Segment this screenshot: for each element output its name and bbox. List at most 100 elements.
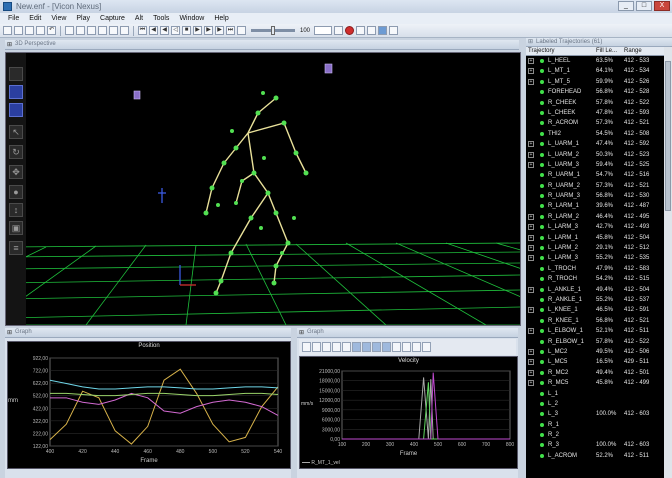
trajectory-row[interactable]: R_3 100.0% 412 - 603 [526, 440, 664, 450]
graph-new-icon[interactable] [302, 342, 311, 352]
menu-alt[interactable]: Alt [135, 14, 143, 23]
menu-edit[interactable]: Edit [29, 14, 41, 23]
trajectory-row[interactable]: R_LARM_1 39.6% 412 - 487 [526, 201, 664, 211]
trajectory-row[interactable]: FOREHEAD 56.8% 412 - 528 [526, 87, 664, 97]
select-mode-icon[interactable] [9, 67, 23, 81]
graph-save-icon[interactable] [312, 342, 321, 352]
trajectory-row[interactable]: R_1 [526, 420, 664, 430]
grid-icon[interactable] [98, 26, 107, 35]
lightbulb-icon[interactable] [120, 26, 129, 35]
graph-axis-icon[interactable] [332, 342, 341, 352]
playback-speed-slider[interactable] [251, 26, 295, 35]
trajectory-row[interactable]: + L_UARM_1 47.4% 412 - 592 [526, 139, 664, 149]
play-icon[interactable]: ▶ [193, 26, 202, 35]
trajectory-row[interactable]: L_CHEEK 47.8% 412 - 593 [526, 108, 664, 118]
trajectory-row[interactable]: + L_MC5 16.5% 429 - 511 [526, 357, 664, 367]
expand-icon[interactable]: + [528, 307, 534, 314]
rotate-icon[interactable]: ↻ [9, 145, 23, 159]
minimize-button[interactable]: _ [618, 1, 634, 11]
record-icon[interactable] [345, 26, 355, 35]
column-fill-level[interactable]: Fill Le... [596, 47, 617, 56]
trajectory-row[interactable]: L_3 100.0% 412 - 603 [526, 409, 664, 419]
trajectory-row[interactable]: R_ACROM 57.3% 412 - 521 [526, 118, 664, 128]
trajectory-row[interactable]: + L_LARM_3 42.7% 412 - 493 [526, 222, 664, 232]
trajectory-row[interactable]: + L_MT_1 64.1% 412 - 534 [526, 66, 664, 76]
graph-zoom-icon[interactable] [402, 342, 411, 352]
column-range[interactable]: Range [624, 47, 642, 56]
trajectories-scrollbar[interactable] [664, 47, 672, 478]
pin-icon[interactable]: ⊞ [299, 329, 304, 338]
trajectory-row[interactable]: THI2 54.5% 412 - 508 [526, 129, 664, 139]
slider-thumb[interactable] [271, 26, 275, 35]
expand-icon[interactable]: + [528, 234, 534, 241]
graph-binoculars-icon[interactable] [392, 342, 401, 352]
trajectory-row[interactable]: R_UARM_2 57.3% 412 - 521 [526, 181, 664, 191]
close-button[interactable]: X [654, 1, 670, 11]
pin-icon[interactable]: ⊞ [7, 41, 12, 50]
loop-icon[interactable] [237, 26, 246, 35]
expand-icon[interactable]: + [528, 328, 534, 335]
menu-view[interactable]: View [51, 14, 66, 23]
trajectory-row[interactable]: R_ELBOW_1 57.8% 412 - 522 [526, 337, 664, 347]
calibrate-icon[interactable] [367, 26, 377, 35]
trajectory-row[interactable]: L_2 [526, 399, 664, 409]
position-plot[interactable]: 922,00 722,00 622,00 522,00 422,00 322,00 222,… [8, 342, 290, 468]
trajectory-row[interactable]: + R_MC5 45.8% 412 - 499 [526, 378, 664, 388]
step-back-fast-icon[interactable]: ◀ [149, 26, 158, 35]
expand-icon[interactable]: + [528, 224, 534, 231]
fps-input[interactable] [314, 26, 333, 35]
trajectory-row[interactable]: L_TROCH 47.9% 412 - 583 [526, 264, 664, 274]
trajectory-row[interactable]: + R_LARM_2 46.4% 412 - 495 [526, 212, 664, 222]
options-icon[interactable]: ≡ [9, 241, 23, 255]
go-to-start-icon[interactable]: ⏮ [138, 26, 147, 35]
position-graph[interactable]: Position mm Frame 922,00 722,00 622,00 522,… [7, 341, 291, 469]
trajectory-row[interactable]: + L_UARM_3 59.4% 412 - 525 [526, 160, 664, 170]
graph-copy-icon[interactable] [322, 342, 331, 352]
monitor-icon[interactable] [389, 26, 399, 35]
save-icon[interactable] [25, 26, 34, 35]
lock-icon[interactable]: ▣ [9, 221, 23, 235]
expand-icon[interactable]: + [528, 369, 534, 376]
column-trajectory[interactable]: Trajectory [528, 47, 554, 56]
trajectory-row[interactable]: + L_KNEE_1 46.5% 412 - 591 [526, 305, 664, 315]
open-folder-icon[interactable] [14, 26, 23, 35]
velocity-plot[interactable]: 21000,00 18000,00 15000,00 12000,00 9000,00 6… [300, 357, 517, 468]
pan-icon[interactable]: ✥ [9, 165, 23, 179]
3d-viewport[interactable]: ↖ ↻ ✥ ● ↕ ▣ ≡ [5, 52, 521, 326]
new-file-icon[interactable] [3, 26, 12, 35]
label-mode-icon[interactable] [9, 103, 23, 117]
expand-icon[interactable]: + [528, 359, 534, 366]
trajectory-row[interactable]: + L_LARM_3 55.2% 412 - 535 [526, 253, 664, 263]
trajectory-row[interactable]: R_2 [526, 430, 664, 440]
trajectory-row[interactable]: + L_LARM_1 45.8% 412 - 504 [526, 233, 664, 243]
trajectory-row[interactable]: R_ANKLE_1 55.2% 412 - 537 [526, 295, 664, 305]
menu-play[interactable]: Play [76, 14, 90, 23]
go-to-end-icon[interactable]: ⏭ [226, 26, 235, 35]
trajectory-row[interactable]: R_TROCH 54.2% 412 - 515 [526, 274, 664, 284]
expand-icon[interactable]: + [528, 58, 534, 64]
graph-options-icon[interactable] [422, 342, 431, 352]
trajectory-row[interactable]: L_ACROM 52.2% 412 - 511 [526, 451, 664, 461]
trajectory-row[interactable]: + L_ANKLE_1 49.4% 412 - 504 [526, 285, 664, 295]
print-icon[interactable] [36, 26, 45, 35]
3d-scene[interactable] [6, 53, 520, 325]
pin-icon[interactable]: ⊞ [7, 329, 12, 338]
pointer-icon[interactable]: ↖ [9, 125, 23, 139]
graph-view-3-icon[interactable] [372, 342, 381, 352]
copy-icon[interactable] [76, 26, 85, 35]
trajectory-row[interactable]: + L_HEEL 63.5% 412 - 533 [526, 56, 664, 66]
graph-view-1-icon[interactable] [352, 342, 361, 352]
step-back-icon[interactable]: ◀ [160, 26, 169, 35]
maximize-button[interactable]: □ [636, 1, 652, 11]
capture-settings-icon[interactable] [356, 26, 366, 35]
expand-icon[interactable]: + [528, 245, 534, 252]
expand-icon[interactable]: + [528, 151, 534, 158]
trajectory-row[interactable]: + L_ELBOW_1 52.1% 412 - 511 [526, 326, 664, 336]
velocity-graph[interactable]: Velocity mm/s Frame R_MT_1_vel 21000,00 1… [299, 356, 518, 469]
expand-icon[interactable]: + [528, 255, 534, 262]
fit-icon[interactable]: ↕ [9, 203, 23, 217]
link-icon[interactable] [334, 26, 344, 35]
expand-icon[interactable]: + [528, 380, 534, 387]
expand-icon[interactable]: + [528, 213, 534, 220]
graph-pointer-icon[interactable] [342, 342, 351, 352]
